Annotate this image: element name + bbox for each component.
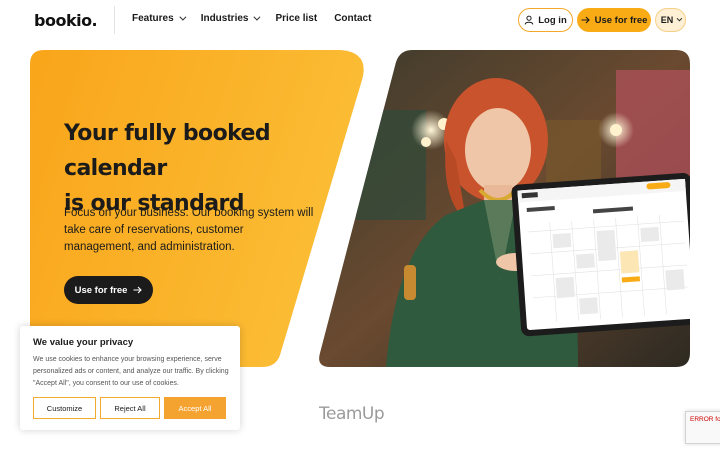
nav-contact-label: Contact	[334, 13, 372, 24]
use-for-free-hero-button[interactable]: Use for free	[64, 276, 153, 304]
nav-price-list[interactable]: Price list	[275, 13, 317, 24]
cookie-consent-banner: We value your privacy We use cookies to …	[20, 326, 240, 430]
arrow-right-icon	[581, 16, 590, 24]
customize-button[interactable]: Customize	[33, 397, 96, 419]
hero-photo	[316, 50, 690, 367]
nav-industries-label: Industries	[200, 13, 249, 24]
use-for-free-header-label: Use for free	[594, 14, 648, 26]
nav-features-label: Features	[132, 13, 174, 24]
header-divider	[114, 6, 115, 34]
nav-contact[interactable]: Contact	[334, 13, 371, 24]
site-header: bookio. Features Industries Price list C…	[0, 0, 720, 40]
hero-subtitle: Focus on your business. Our booking syst…	[64, 207, 314, 253]
bookio-logo[interactable]: bookio.	[34, 11, 98, 30]
language-selector[interactable]: EN	[655, 8, 686, 32]
nav-industries[interactable]: Industries	[200, 13, 261, 24]
cookie-title: We value your privacy	[33, 337, 134, 348]
teamup-logo: TeamUp	[319, 404, 385, 424]
cookie-text: We use cookies to enhance your browsing …	[33, 356, 229, 387]
use-for-free-header-button[interactable]: Use for free	[577, 8, 651, 32]
nav-price-list-label: Price list	[275, 13, 318, 24]
main-nav: Features Industries Price list Contact	[132, 13, 388, 24]
login-label: Log in	[538, 14, 567, 26]
chevron-down-icon	[179, 13, 187, 21]
accept-all-button[interactable]: Accept All	[164, 397, 226, 419]
chevron-down-icon	[253, 13, 261, 21]
login-button[interactable]: Log in	[518, 8, 573, 32]
arrow-right-icon	[133, 286, 143, 294]
nav-features[interactable]: Features	[132, 13, 187, 24]
use-for-free-hero-label: Use for free	[74, 284, 128, 296]
language-label: EN	[660, 15, 674, 25]
reject-all-button[interactable]: Reject All	[100, 397, 160, 419]
chevron-down-icon	[676, 15, 683, 22]
recaptcha-badge[interactable]: ERROR for site key	[685, 411, 720, 444]
hero-title-line1: Your fully booked calendar	[64, 121, 271, 181]
woman-with-tablet-image	[319, 50, 690, 367]
user-icon	[524, 15, 534, 25]
